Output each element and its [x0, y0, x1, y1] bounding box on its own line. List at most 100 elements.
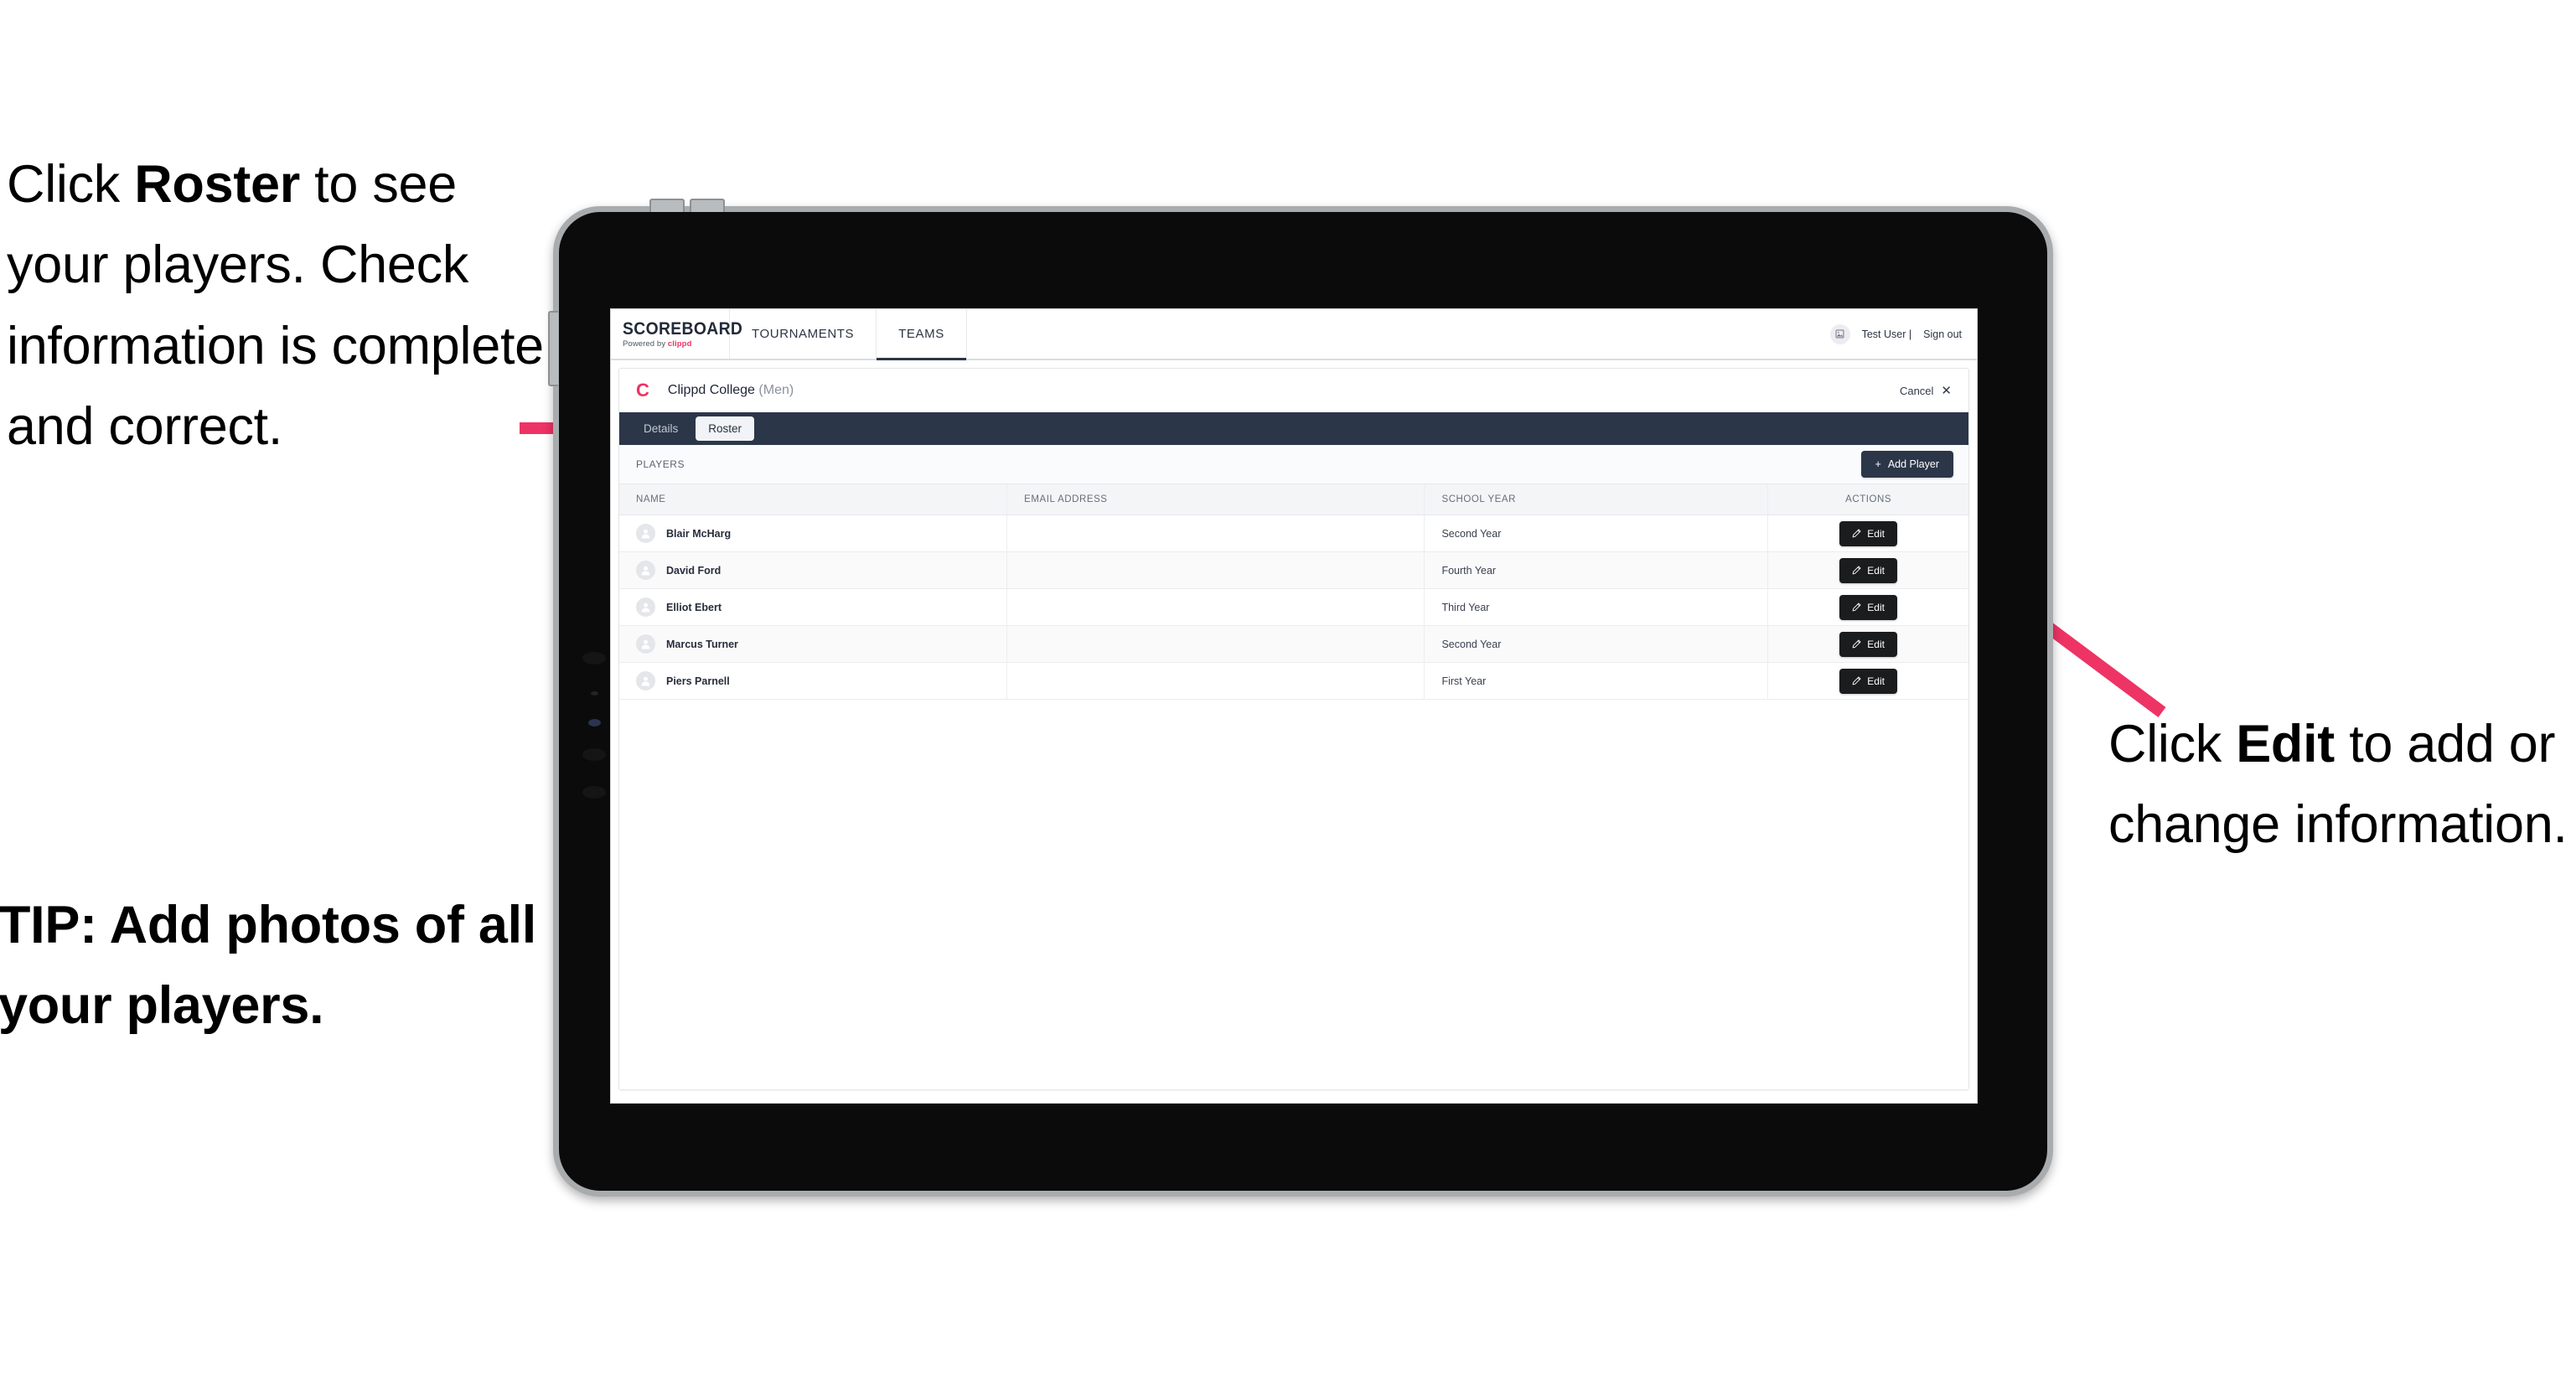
sign-out-link[interactable]: Sign out: [1923, 328, 1962, 340]
cell-school-year: Second Year: [1424, 625, 1769, 663]
column-header-school-year[interactable]: SCHOOL YEAR: [1424, 484, 1769, 515]
person-avatar-icon: [636, 524, 655, 543]
cell-actions: Edit: [1767, 662, 1968, 700]
person-avatar-icon: [636, 597, 655, 617]
cell-school-year: Fourth Year: [1424, 551, 1769, 589]
bezel-camera-dot: [588, 719, 601, 727]
player-name-cell: Blair McHarg: [636, 524, 1006, 543]
pencil-icon: [1852, 602, 1861, 612]
school-year-label: Second Year: [1441, 638, 1502, 650]
pencil-icon: [1852, 566, 1861, 575]
cell-school-year: Second Year: [1424, 515, 1769, 552]
player-name-cell: Marcus Turner: [636, 634, 1006, 654]
cell-name: Piers Parnell: [619, 662, 1008, 700]
team-panel-header: C Clippd College (Men) Cancel ✕: [619, 369, 1968, 412]
table-row[interactable]: David Ford Fourth Year Edit: [619, 551, 1968, 589]
cell-actions: Edit: [1767, 551, 1968, 589]
players-toolbar: PLAYERS + Add Player: [619, 445, 1968, 484]
player-name-cell: David Ford: [636, 561, 1006, 580]
column-header-actions: ACTIONS: [1767, 484, 1968, 515]
edit-label: Edit: [1867, 638, 1885, 650]
roster-header-row: NAME EMAIL ADDRESS SCHOOL YEAR ACTIONS: [619, 484, 1968, 515]
topnav-spacer: [967, 309, 1830, 359]
player-name-cell: Piers Parnell: [636, 671, 1006, 690]
nav-tab-tournaments[interactable]: TOURNAMENTS: [730, 309, 877, 359]
bezel-speaker-dot: [582, 652, 606, 665]
edit-button[interactable]: Edit: [1839, 631, 1897, 657]
cell-actions: Edit: [1767, 625, 1968, 663]
clippd-brand-label: clippd: [667, 339, 692, 349]
team-panel: C Clippd College (Men) Cancel ✕ Details …: [618, 368, 1969, 1090]
add-player-button[interactable]: + Add Player: [1860, 451, 1953, 478]
annotation-left-part-1: Click: [7, 155, 135, 214]
column-header-name[interactable]: NAME: [619, 484, 1008, 515]
subtab-details[interactable]: Details: [631, 416, 691, 441]
person-avatar-icon: [641, 566, 650, 576]
tablet-top-button-1[interactable]: [649, 199, 685, 212]
player-name-label: Piers Parnell: [666, 675, 730, 687]
person-avatar-icon: [636, 671, 655, 690]
user-name-label: Test User |: [1861, 328, 1912, 340]
school-year-label: Third Year: [1441, 601, 1490, 613]
image-placeholder-icon: [1835, 329, 1844, 339]
player-name-label: David Ford: [666, 564, 722, 577]
tablet-top-button-2[interactable]: [690, 199, 725, 212]
team-gender-label: (Men): [758, 383, 794, 397]
powered-by-label: Powered by: [623, 339, 668, 349]
roster-empty-area: [619, 700, 1968, 1089]
team-name-label: Clippd College: [667, 383, 755, 397]
edit-button[interactable]: Edit: [1839, 520, 1897, 546]
player-name-label: Elliot Ebert: [666, 601, 722, 613]
scoreboard-logo[interactable]: SCOREBOARD Powered by clippd: [611, 309, 743, 359]
nav-tab-teams[interactable]: TEAMS: [877, 309, 967, 360]
topnav-user-area: Test User | Sign out: [1829, 309, 1977, 359]
column-header-email[interactable]: EMAIL ADDRESS: [1006, 484, 1425, 515]
cell-name: David Ford: [619, 551, 1008, 589]
cell-email: [1006, 588, 1425, 626]
pencil-icon: [1852, 639, 1861, 649]
person-avatar-icon: [636, 634, 655, 654]
tablet-device-frame: SCOREBOARD Powered by clippd TOURNAMENTS…: [548, 199, 2053, 1197]
cell-email: [1006, 515, 1425, 552]
cell-school-year: First Year: [1424, 662, 1769, 700]
player-name-label: Marcus Turner: [666, 638, 738, 650]
person-avatar-icon: [641, 676, 650, 686]
logo-wordmark: SCOREBOARD: [623, 318, 743, 339]
school-year-label: Second Year: [1441, 527, 1502, 540]
edit-button[interactable]: Edit: [1839, 557, 1897, 583]
cancel-label: Cancel: [1899, 384, 1934, 397]
subtab-roster[interactable]: Roster: [696, 416, 755, 441]
tablet-side-button[interactable]: [548, 311, 558, 386]
edit-label: Edit: [1867, 601, 1885, 613]
cancel-button[interactable]: Cancel ✕: [1900, 385, 1952, 397]
edit-button[interactable]: Edit: [1839, 594, 1897, 620]
annotation-tip-text: TIP: Add photos of all your players.: [0, 896, 551, 1036]
edit-label: Edit: [1867, 675, 1885, 687]
cell-name: Elliot Ebert: [619, 588, 1008, 626]
players-section-label: PLAYERS: [636, 458, 685, 470]
table-row[interactable]: Elliot Ebert Third Year Edit: [619, 588, 1968, 626]
team-subtab-bar: Details Roster: [619, 412, 1968, 445]
player-name-cell: Elliot Ebert: [636, 597, 1006, 617]
clippd-c-logo-icon: C: [636, 380, 649, 401]
tablet-screen: SCOREBOARD Powered by clippd TOURNAMENTS…: [611, 309, 1977, 1103]
table-row[interactable]: Piers Parnell First Year Edit: [619, 662, 1968, 700]
add-player-label: Add Player: [1887, 458, 1939, 470]
roster-table-body: Blair McHarg Second Year Edit David Ford Fou…: [619, 515, 1968, 700]
roster-table-head: NAME EMAIL ADDRESS SCHOOL YEAR ACTIONS: [619, 484, 1968, 515]
cell-email: [1006, 551, 1425, 589]
edit-button[interactable]: Edit: [1839, 668, 1897, 694]
person-avatar-icon: [641, 529, 650, 539]
annotation-left-bold-roster: Roster: [134, 155, 300, 214]
user-image-icon[interactable]: [1829, 323, 1850, 344]
app-top-navigation: SCOREBOARD Powered by clippd TOURNAMENTS…: [611, 309, 1977, 360]
person-avatar-icon: [641, 602, 650, 613]
table-row[interactable]: Marcus Turner Second Year Edit: [619, 625, 1968, 663]
roster-table: NAME EMAIL ADDRESS SCHOOL YEAR ACTIONS B…: [619, 484, 1968, 700]
annotation-right-bold-edit: Edit: [2236, 715, 2335, 773]
pencil-icon: [1852, 529, 1861, 538]
edit-label: Edit: [1867, 564, 1885, 577]
school-year-label: Fourth Year: [1441, 564, 1497, 577]
school-year-label: First Year: [1441, 675, 1487, 687]
table-row[interactable]: Blair McHarg Second Year Edit: [619, 515, 1968, 552]
